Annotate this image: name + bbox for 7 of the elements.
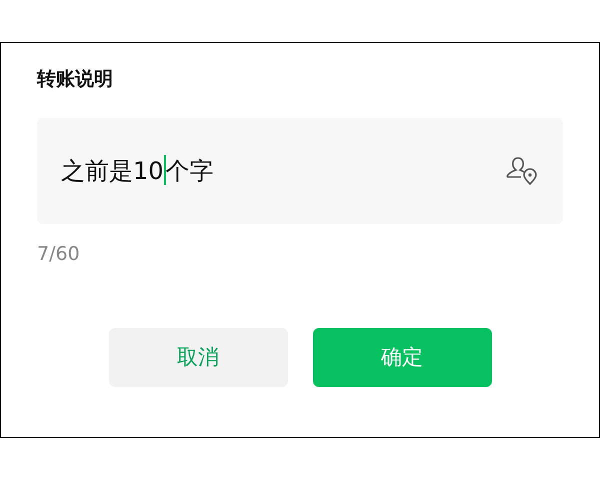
dialog-title: 转账说明 xyxy=(37,67,113,92)
confirm-button[interactable]: 确定 xyxy=(312,328,492,387)
contact-location-icon xyxy=(505,156,537,184)
character-counter: 7/60 xyxy=(37,242,80,266)
field-value: 之前是10个字 xyxy=(61,154,214,187)
cancel-button[interactable]: 取消 xyxy=(108,328,288,387)
input-field[interactable]: 之前是10个字 xyxy=(37,118,563,224)
